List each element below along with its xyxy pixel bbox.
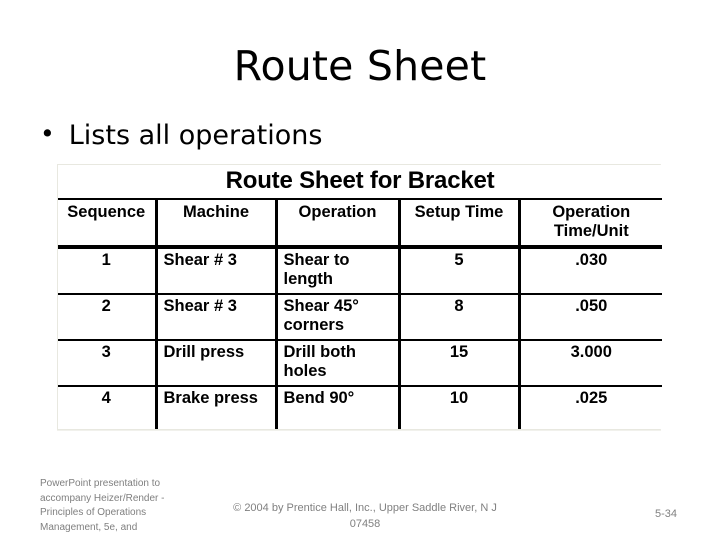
footer-credit: PowerPoint presentation to accompany Hei… (40, 478, 165, 533)
cell-operation: Shear to length (276, 247, 401, 295)
cell-sequence: 2 (58, 294, 158, 341)
bullet-text: Lists all operations (68, 120, 323, 151)
bullet-marker-icon: • (40, 119, 55, 148)
table-row: 2 Shear # 3 Shear 45° corners 8 .050 (58, 294, 663, 341)
cell-sequence: 1 (58, 247, 158, 295)
table-header-row: Sequence Machine Operation Setup Time Op… (58, 199, 663, 249)
slide-title: Route Sheet (233, 42, 487, 90)
cell-operation: Drill both holes (276, 340, 401, 387)
column-header-operation: Operation (276, 199, 401, 249)
cell-sequence: 3 (58, 340, 158, 387)
cell-operation: Shear 45° corners (276, 294, 401, 341)
cell-operation-time-per-unit: .025 (575, 389, 608, 407)
cell-machine: Drill press (156, 340, 278, 387)
column-header-setup-time: Setup Time (399, 199, 521, 249)
footer-page-number: 5-34 (654, 508, 678, 520)
cell-machine: Shear # 3 (156, 294, 278, 341)
route-sheet-table: Route Sheet for Bracket Sequence Machine… (58, 165, 663, 429)
cell-operation: Bend 90° (276, 386, 401, 429)
cell-operation-time-per-unit: 3.000 (519, 340, 663, 387)
slide: Route Sheet • Lists all operations Route… (0, 0, 720, 540)
table-row: 1 Shear # 3 Shear to length 5 .030 (58, 247, 663, 295)
footer-copyright: © 2004 by Prentice Hall, Inc., Upper Sad… (233, 502, 497, 530)
cell-setup-time: 5 (399, 247, 521, 295)
table-row: 3 Drill press Drill both holes 15 3.000 (58, 340, 663, 387)
cell-setup-time: 8 (399, 294, 521, 341)
route-sheet-figure: Route Sheet for Bracket Sequence Machine… (57, 164, 663, 430)
bullet-list-item: • Lists all operations (40, 119, 640, 153)
cell-operation-time-per-unit: .050 (519, 294, 663, 341)
cell-setup-time: 15 (399, 340, 521, 387)
cell-machine: Brake press (156, 386, 278, 429)
cell-machine: Shear # 3 (156, 247, 278, 295)
column-header-sequence: Sequence (58, 199, 158, 249)
table-row: 4 Brake press Bend 90° 10 .025 (58, 386, 662, 429)
table-title: Route Sheet for Bracket (58, 165, 663, 200)
cell-sequence: 4 (58, 386, 158, 429)
column-header-machine: Machine (156, 199, 278, 249)
cell-operation-time-per-unit: .030 (519, 247, 663, 295)
column-header-operation-time-per-unit: Operation Time/Unit (519, 199, 663, 249)
table-title-row: Route Sheet for Bracket (58, 165, 663, 200)
cell-setup-time: 10 (399, 386, 521, 429)
